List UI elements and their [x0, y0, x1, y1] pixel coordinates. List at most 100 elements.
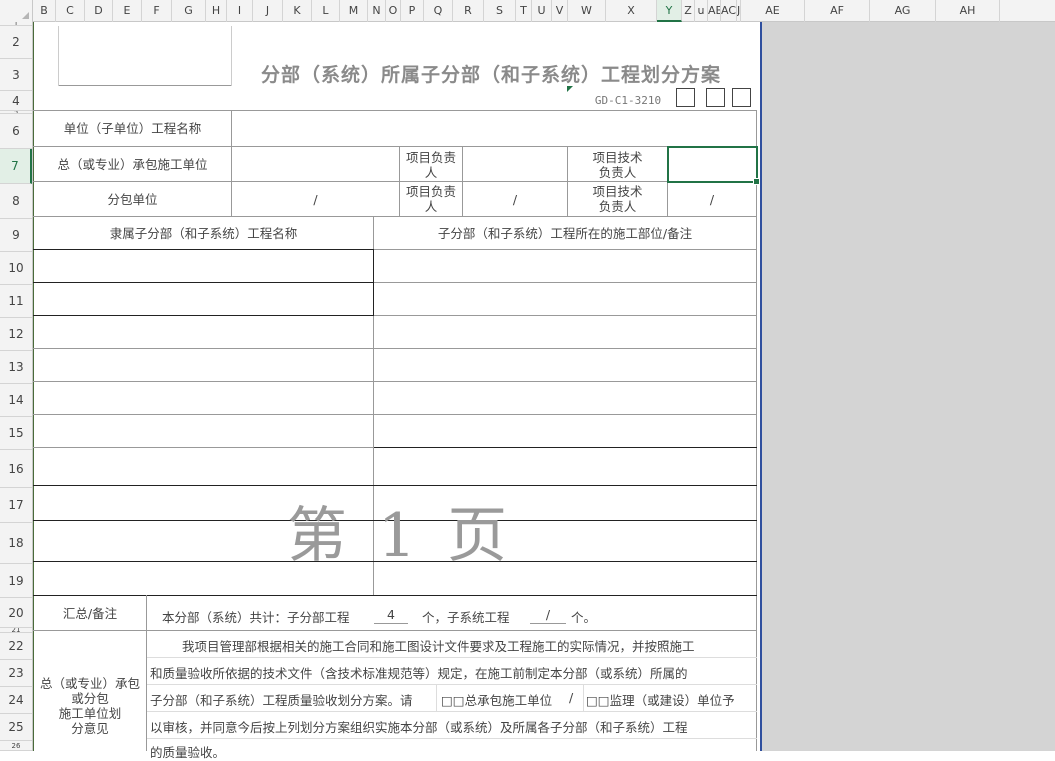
grid-line	[147, 684, 757, 685]
row-header-18[interactable]: 18	[0, 523, 32, 564]
checkbox-2[interactable]	[706, 88, 725, 107]
select-all-corner[interactable]	[0, 0, 33, 22]
contractor-value[interactable]	[232, 147, 399, 182]
summary-label: 汇总/备注	[62, 605, 118, 621]
row-header-22[interactable]: 22	[0, 633, 32, 660]
column-header-b[interactable]: B	[33, 0, 56, 22]
grid-line	[374, 315, 757, 316]
row-border	[33, 315, 374, 316]
contractor-label: 总（或专业）承包施工单位	[57, 157, 208, 172]
row-header-10[interactable]: 10	[0, 252, 32, 285]
opinion-line-4: 以审核，并同意今后按上列划分方案组织实施本分部（或系统）及所属各子分部（和子系统…	[150, 720, 688, 735]
column-header-k[interactable]: K	[283, 0, 312, 22]
column-header-ae[interactable]: AE	[741, 0, 805, 22]
column-header-p[interactable]: P	[401, 0, 424, 22]
column-header-ac[interactable]: AC	[721, 0, 737, 22]
project-lead-label-line2: 人	[424, 164, 438, 180]
sub-project-lead-line1: 项目负责	[405, 184, 456, 199]
column-header-j[interactable]: J	[253, 0, 283, 22]
row-header-14[interactable]: 14	[0, 384, 32, 417]
project-lead-value[interactable]	[463, 147, 567, 182]
row-header-19[interactable]: 19	[0, 564, 32, 598]
sub-tech-lead-value[interactable]: /	[668, 182, 756, 216]
grid-line	[33, 348, 757, 349]
column-header-t[interactable]: T	[516, 0, 532, 22]
row-header-23[interactable]: 23	[0, 660, 32, 687]
row-border	[374, 447, 757, 448]
row-header-4[interactable]: 4	[0, 91, 32, 111]
row-header-9[interactable]: 9	[0, 219, 32, 252]
row-header-17[interactable]: 17	[0, 488, 32, 523]
column-header-c[interactable]: C	[56, 0, 85, 22]
column-header-d[interactable]: D	[85, 0, 113, 22]
column-header-w[interactable]: W	[568, 0, 606, 22]
column-header-ah[interactable]: AH	[936, 0, 1000, 22]
summary-subsystem-count[interactable]: /	[530, 607, 566, 622]
column-header-af[interactable]: AF	[805, 0, 870, 22]
column-header-u[interactable]: u	[695, 0, 708, 22]
row-border	[33, 485, 757, 486]
outside-print-area	[762, 22, 1055, 751]
tech-lead-label: 项目技术 负责人	[568, 147, 667, 182]
row-header-26[interactable]: 26	[0, 741, 32, 751]
subcontractor-value[interactable]: /	[232, 182, 399, 216]
row-header-11[interactable]: 11	[0, 285, 32, 318]
column-header-g[interactable]: G	[172, 0, 206, 22]
grid-line	[756, 110, 757, 751]
row-header-20[interactable]: 20	[0, 598, 32, 628]
summary-count[interactable]: 4	[374, 607, 408, 622]
opinion-option-contractor[interactable]: □□总承包施工单位	[441, 690, 552, 709]
column-header-n[interactable]: N	[368, 0, 386, 22]
fill-handle[interactable]	[753, 178, 760, 185]
row-header-2[interactable]: 2	[0, 26, 32, 59]
column-header-v[interactable]: V	[552, 0, 568, 22]
row-header-13[interactable]: 13	[0, 351, 32, 384]
row-header-6[interactable]: 6	[0, 114, 32, 149]
row-header-25[interactable]: 25	[0, 714, 32, 741]
opinion-label-line3: 施工单位划	[58, 706, 122, 721]
column-header-h[interactable]: H	[206, 0, 227, 22]
column-header-i[interactable]: I	[227, 0, 253, 22]
summary-text-2: 个，子系统工程	[422, 610, 510, 625]
logo-box-bottom	[58, 85, 232, 86]
row-header-3[interactable]: 3	[0, 59, 32, 91]
column-header-f[interactable]: F	[142, 0, 172, 22]
opinion-label-line2: 或分包	[71, 691, 109, 706]
column-header-x[interactable]: X	[606, 0, 657, 22]
opinion-label-line4: 分意见	[71, 721, 109, 736]
subsystem-underline	[530, 623, 566, 624]
column-header-y[interactable]: Y	[657, 0, 682, 22]
tech-lead-label-line1: 项目技术	[592, 149, 643, 165]
active-cell-selection[interactable]	[667, 146, 760, 185]
row-header-8[interactable]: 8	[0, 184, 32, 219]
checkbox-1[interactable]	[676, 88, 695, 107]
row-border	[33, 249, 374, 250]
column-header-z[interactable]: Z	[682, 0, 695, 22]
column-header-e[interactable]: E	[113, 0, 142, 22]
project-lead-label: 项目负责 人	[400, 147, 462, 182]
column-header-u[interactable]: U	[532, 0, 552, 22]
column-header-l[interactable]: L	[312, 0, 340, 22]
unit-name-value[interactable]	[232, 111, 756, 146]
row-border	[33, 282, 374, 283]
column-header-m[interactable]: M	[340, 0, 368, 22]
column-header-ab[interactable]: AB	[708, 0, 721, 22]
row-header-15[interactable]: 15	[0, 417, 32, 450]
row-header-24[interactable]: 24	[0, 687, 32, 714]
row-header-16[interactable]: 16	[0, 450, 32, 488]
grid-line	[374, 282, 757, 283]
row-header-7[interactable]: 7	[0, 149, 32, 184]
column-header-s[interactable]: S	[484, 0, 516, 22]
column-header-q[interactable]: Q	[424, 0, 453, 22]
column-header-r[interactable]: R	[453, 0, 484, 22]
row-header-12[interactable]: 12	[0, 318, 32, 351]
comment-indicator-icon	[567, 86, 573, 92]
grid-line	[436, 684, 437, 711]
sub-project-lead-value[interactable]: /	[463, 182, 567, 216]
column-header-ag[interactable]: AG	[870, 0, 936, 22]
checkbox-3[interactable]	[732, 88, 751, 107]
subcontractor-label: 分包单位	[107, 191, 158, 207]
column-header-o[interactable]: O	[386, 0, 401, 22]
opinion-option-supervisor[interactable]: □□监理（或建设）单位予	[586, 690, 735, 709]
tech-lead-label-line2: 负责人	[598, 164, 637, 180]
